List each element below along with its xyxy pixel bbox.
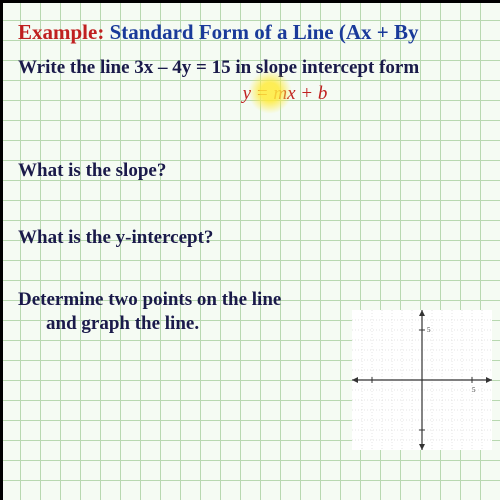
document-page: Example: Standard Form of a Line (Ax + B… <box>0 0 500 500</box>
question-slope: What is the slope? <box>18 160 492 182</box>
example-label: Example: <box>18 20 104 44</box>
tick-label: 5 <box>427 326 431 334</box>
cursor-highlight-icon <box>248 70 292 114</box>
header-line: Example: Standard Form of a Line (Ax + B… <box>18 20 492 45</box>
tick-label: 5 <box>472 386 476 394</box>
coordinate-plane: 5 5 <box>352 310 492 450</box>
page-title: Standard Form of a Line (Ax + By <box>110 20 419 44</box>
coordinate-plane-svg: 5 5 <box>352 310 492 450</box>
question-points-line1: Determine two points on the line <box>18 289 492 311</box>
question-y-intercept: What is the y-intercept? <box>18 227 492 249</box>
